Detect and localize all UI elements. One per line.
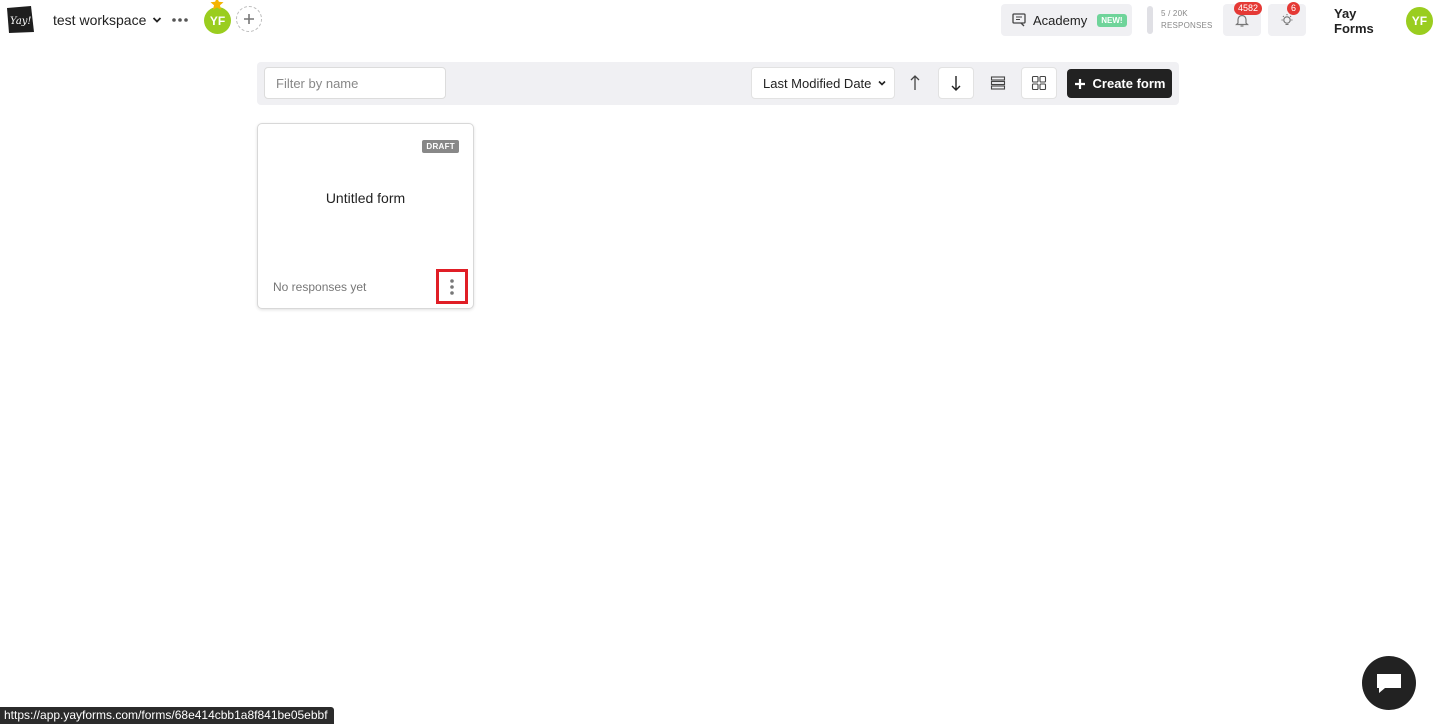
sort-by-select[interactable]: Last Modified Date [751, 67, 895, 99]
filter-by-name-input[interactable] [264, 67, 446, 99]
new-badge: NEW! [1097, 13, 1127, 27]
notifications-count-badge: 4582 [1234, 2, 1263, 15]
yayforms-logo-icon[interactable]: Yay! [5, 5, 35, 34]
chevron-down-icon [878, 80, 886, 86]
responses-usage-label: RESPONSES [1161, 21, 1213, 30]
sort-descending-button[interactable] [938, 67, 974, 99]
form-card[interactable]: DRAFT Untitled form No responses yet [257, 123, 474, 309]
plus-icon [244, 14, 254, 24]
academy-button[interactable]: Academy NEW! [1001, 4, 1132, 36]
responses-usage-count: 5 / 20K [1161, 9, 1188, 18]
list-view-button[interactable] [980, 67, 1016, 99]
list-view-icon [990, 76, 1006, 90]
chevron-down-icon [153, 17, 162, 23]
create-form-button[interactable]: Create form [1067, 69, 1172, 98]
account-avatar-initials: YF [1411, 14, 1428, 28]
form-title: Untitled form [325, 190, 406, 206]
account-name: Yay Forms [1334, 6, 1374, 36]
create-form-label: Create form [1092, 76, 1166, 91]
responses-usage: 5 / 20K RESPONSES [1147, 6, 1213, 34]
academy-icon [1012, 13, 1026, 27]
whats-new-button[interactable]: 6 [1268, 2, 1306, 36]
grid-view-button[interactable] [1021, 67, 1057, 99]
add-member-button[interactable] [236, 6, 262, 32]
arrow-up-icon [910, 75, 920, 90]
sort-by-value: Last Modified Date [763, 75, 872, 91]
more-vertical-icon [450, 278, 454, 295]
grid-view-icon [1031, 75, 1047, 91]
form-card-menu-button[interactable] [436, 269, 468, 304]
top-navigation-bar: Yay! test workspace YF Academy NEW! 5 / … [0, 0, 1433, 40]
academy-label: Academy [1033, 12, 1088, 28]
workspace-member-avatar[interactable]: YF [204, 7, 231, 34]
form-responses-text: No responses yet [273, 280, 367, 294]
more-horizontal-icon[interactable] [171, 11, 189, 29]
plus-icon [1074, 78, 1085, 89]
forms-toolbar: Last Modified Date Create f [257, 62, 1179, 105]
responses-usage-bar [1147, 6, 1153, 34]
draft-badge: DRAFT [422, 140, 459, 153]
chat-icon [1377, 674, 1401, 693]
account-menu[interactable]: Yay Forms YF [1334, 6, 1433, 36]
avatar-initials: YF [209, 13, 226, 28]
link-status-bar: https://app.yayforms.com/forms/68e414cbb… [0, 707, 334, 724]
logo-text: Yay! [10, 16, 31, 27]
notifications-button[interactable]: 4582 [1223, 2, 1263, 36]
workspace-selector[interactable]: test workspace [53, 12, 162, 28]
star-icon [210, 0, 224, 10]
workspace-name: test workspace [53, 12, 147, 28]
chat-widget-button[interactable] [1362, 656, 1416, 710]
sort-ascending-button[interactable] [897, 67, 933, 99]
arrow-down-icon [951, 76, 961, 91]
whats-new-count-badge: 6 [1287, 2, 1301, 15]
account-avatar: YF [1405, 7, 1433, 35]
